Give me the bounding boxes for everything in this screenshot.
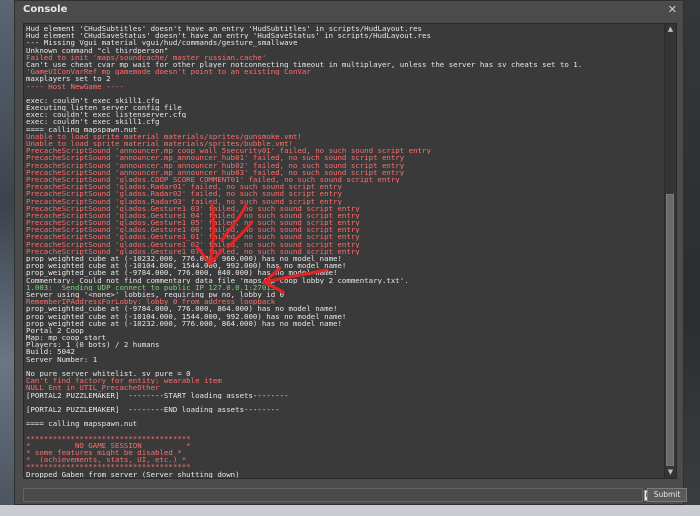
console-line: Executing listen server config file (26, 104, 182, 112)
console-line: * NO GAME SESSION * (26, 441, 191, 450)
console-line: Players: 1 (0 bots) / 2 humans (26, 341, 160, 349)
scroll-up-icon[interactable]: ▲ (666, 25, 675, 34)
console-line: PrecacheScriptSound 'glados.Gesture1_04'… (26, 211, 360, 220)
console-line: exec: couldn't exec listenserver.cfg (26, 111, 187, 119)
scrollbar[interactable]: ▲ ▼ (664, 24, 676, 478)
console-line: PrecacheScriptSound 'glados.Radar02' fai… (26, 190, 342, 198)
console-line: PrecacheScriptSound 'announcer.mp_announ… (26, 161, 405, 169)
background-right (684, 0, 700, 516)
console-line: * some features might be disabled * (26, 449, 182, 457)
console-line: PrecacheScriptSound 'glados.Radar01' fai… (26, 183, 342, 191)
console-line: Unable to load sprite material materials… (26, 140, 293, 148)
console-line: Unknown command "cl_thirdperson" (26, 46, 169, 54)
console-line: prop_weighted_cube at (-9784.000, 776.00… (26, 305, 338, 313)
close-icon[interactable]: ✕ (668, 3, 677, 16)
command-input[interactable] (23, 488, 643, 502)
submit-button[interactable]: Submit (647, 488, 687, 502)
console-line: PrecacheScriptSound 'announcer.mp_announ… (26, 168, 405, 176)
console-line: ==== calling mapspawn.nut (26, 420, 138, 428)
console-line: 'GameUIConVarRef mp_gamemode doesn't poi… (26, 68, 311, 76)
console-line: Server using '<none>' lobbies, requiring… (26, 290, 285, 299)
console-line: prop_weighted_cube at (-10104.000, 1544.… (26, 312, 347, 320)
console-line: PrecacheScriptSound 'glados.Gesture1_07'… (26, 247, 360, 255)
console-line: prop_weighted_cube at (-10104.000, 1544.… (26, 262, 347, 270)
console-line: prop_weighted_cube at (-9784.000, 776.00… (26, 269, 338, 277)
console-line: Unable to load sprite material materials… (26, 132, 302, 140)
console-line: [PORTAL2 PUZZLEMAKER] --------END loadin… (26, 405, 280, 414)
console-line: maxplayers set to 2 (26, 75, 111, 83)
console-line: * (achievements, stats, UI, etc.) * (26, 456, 187, 464)
console-line: --- Missing Vgui material vgui/hud/comma… (26, 39, 298, 47)
console-line: Dropped Gaben from server (Server shutti… (26, 470, 240, 478)
console-line: PrecacheScriptSound 'glados.Gesture1_05'… (26, 219, 360, 227)
console-line: exec: couldn't exec skill1.cfg (26, 118, 160, 126)
console-line: Can't find factory for entity: wearable_… (26, 377, 222, 385)
console-window: Console ✕ Hud element 'CHudSubtitles' do… (14, 0, 687, 505)
console-line: Build: 5042 (26, 348, 75, 356)
console-line: NULL Ent in UTIL_PrecacheOther (26, 384, 160, 392)
console-line: exec: couldn't exec skill1.cfg (26, 96, 160, 105)
title-bar[interactable]: Console ✕ (15, 1, 683, 19)
console-line: PrecacheScriptSound 'glados.Gesture1_03'… (26, 204, 360, 212)
console-line: PrecacheScriptSound 'glados.Gesture1_01'… (26, 233, 360, 241)
background-left (0, 0, 14, 516)
console-line: ==== calling mapspawn.nut (26, 125, 138, 133)
console-line: Commentary: Could not find commentary da… (26, 276, 409, 284)
console-line: 1.003: Sending UDP connect to public IP … (26, 283, 276, 291)
console-line: PrecacheScriptSound 'glados.Gesture1_02'… (26, 240, 360, 248)
console-line: Hud element 'CHudSaveStatus' doesn't hav… (26, 32, 431, 40)
console-line: ---- Host_NewGame ---- (26, 82, 124, 90)
scroll-down-icon[interactable]: ▼ (666, 468, 675, 477)
console-line: PrecacheScriptSound 'announcer.mp_coop_w… (26, 147, 431, 155)
console-line: [PORTAL2 PUZZLEMAKER] --------START load… (26, 391, 289, 399)
scrollbar-thumb[interactable] (666, 194, 674, 466)
console-line: PrecacheScriptSound 'glados.Radar03' fai… (26, 197, 342, 205)
window-title: Console (23, 4, 68, 15)
console-line: PrecacheScriptSound 'glados.COOP_SCORE_C… (26, 175, 400, 184)
console-line: Failed to init 'maps/soundcache/_master_… (26, 53, 267, 61)
console-line: ************************************* (26, 434, 191, 442)
console-line: Can't use cheat cvar mp_wait_for_other_p… (26, 60, 583, 69)
console-lines: Hud element 'CHudSubtitles' doesn't have… (26, 25, 662, 478)
console-line: prop_weighted_cube at (-10232.000, 776.0… (26, 255, 342, 263)
console-line: Portal 2 Coop (26, 326, 84, 335)
console-line: ************************************* (26, 463, 191, 471)
console-line: PrecacheScriptSound 'glados.Gesture1_06'… (26, 226, 360, 234)
background-bottom (0, 505, 700, 516)
console-output: Hud element 'CHudSubtitles' doesn't have… (23, 23, 677, 479)
console-line: PrecacheScriptSound 'announcer.mp_announ… (26, 154, 405, 162)
console-line: Hud element 'CHudSubtitles' doesn't have… (26, 25, 423, 33)
console-line: RememberIPAddressForLobby: lobby 0 from … (26, 298, 276, 306)
console-line: Map: mp_coop_start (26, 334, 107, 342)
console-line: prop_weighted_cube at (-10232.000, 776.0… (26, 319, 342, 327)
console-line: Server Number: 1 (26, 355, 98, 363)
console-line: No pure server whitelist. sv_pure = 0 (26, 370, 191, 378)
